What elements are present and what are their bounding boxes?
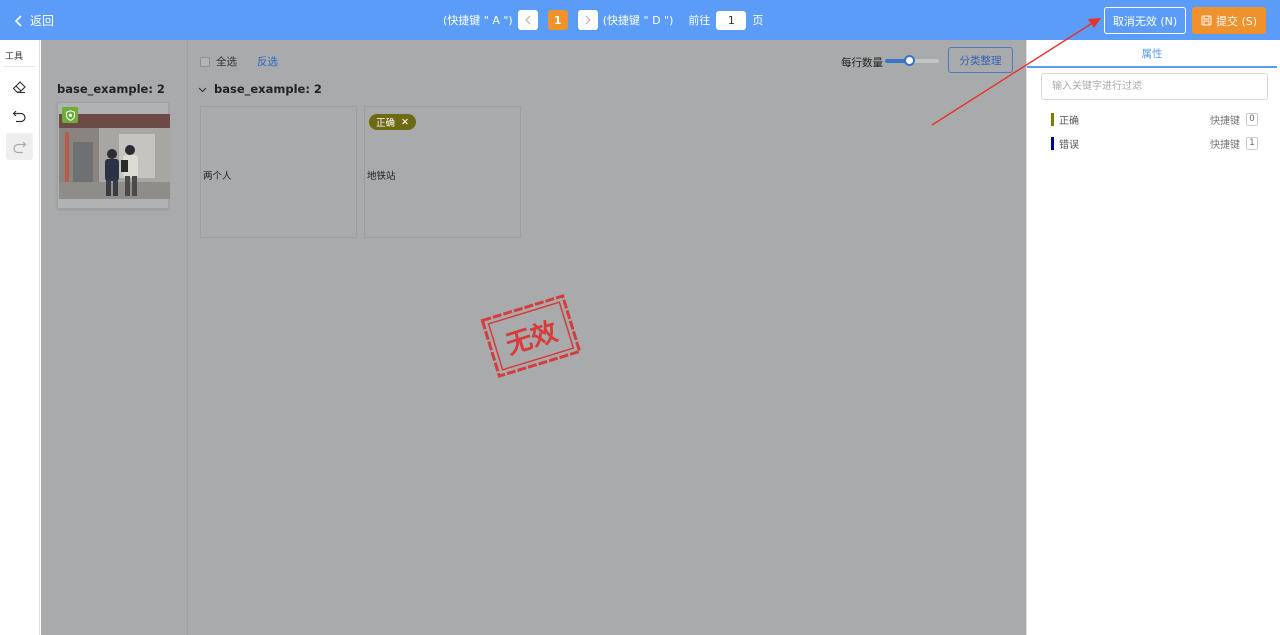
per-row-label: 每行数量	[841, 57, 883, 69]
thumb-group-title: base_example: 2	[57, 82, 165, 96]
shortcut-key: 1	[1246, 136, 1258, 150]
back-label: 返回	[30, 14, 55, 28]
workspace-overlay: base_example: 2 全选 反选 每行数量 分类整理 base_exa…	[41, 40, 1026, 635]
shield-icon	[65, 109, 75, 121]
next-shortcut-hint: (快捷键 " D ")	[602, 14, 674, 27]
color-swatch	[1051, 112, 1054, 126]
attribute-panel: 属性 输入关键字进行过滤 正确 快捷键 0 错误 快捷键 1	[1026, 40, 1280, 635]
redo-icon	[13, 141, 27, 154]
attribute-item[interactable]: 错误 快捷键 1	[1051, 136, 1258, 151]
selection-bar: 全选 反选	[200, 54, 278, 69]
slider-handle[interactable]	[904, 55, 916, 66]
tag-label: 正确	[376, 118, 396, 129]
tag-chip: 正确 ✕	[369, 114, 416, 130]
chevron-down-icon[interactable]	[198, 85, 207, 94]
subway-photo	[59, 114, 170, 199]
chevron-right-icon	[585, 15, 591, 25]
prev-shortcut-hint: (快捷键 " A ")	[443, 14, 513, 27]
pagination: (快捷键 " A ") 1 (快捷键 " D ") 前往 1 页	[443, 10, 763, 30]
shortcut-label: 快捷键	[1210, 139, 1240, 151]
current-page[interactable]: 1	[547, 10, 568, 30]
undo-icon	[12, 110, 26, 123]
select-all-checkbox[interactable]	[200, 56, 210, 67]
tab-attributes[interactable]: 属性	[1027, 40, 1277, 68]
divider	[4, 66, 35, 67]
close-icon[interactable]: ✕	[401, 117, 409, 128]
shortcut-label: 快捷键	[1210, 115, 1240, 127]
chevron-left-icon	[14, 14, 22, 27]
thumbnail-column: base_example: 2	[41, 40, 188, 635]
goto-label: 前往	[688, 14, 711, 27]
redo-tool[interactable]	[6, 133, 33, 160]
sort-categories-button[interactable]: 分类整理	[948, 47, 1013, 73]
top-header: 返回 (快捷键 " A ") 1 (快捷键 " D ") 前往 1 页 取消无效…	[0, 0, 1280, 40]
filter-input[interactable]: 输入关键字进行过滤	[1041, 73, 1268, 100]
attribute-item[interactable]: 正确 快捷键 0	[1051, 112, 1258, 127]
color-swatch	[1051, 136, 1054, 150]
submit-button[interactable]: 提交 (S)	[1192, 7, 1266, 34]
invert-selection-link[interactable]: 反选	[257, 54, 278, 69]
image-thumbnail[interactable]	[57, 102, 170, 209]
shortcut-key: 0	[1246, 112, 1258, 126]
category-card[interactable]: 两个人	[200, 106, 357, 238]
chevron-left-icon	[524, 15, 531, 25]
eraser-icon	[12, 81, 26, 94]
attribute-name: 错误	[1059, 139, 1079, 151]
attribute-name: 正确	[1059, 115, 1079, 127]
valid-badge	[62, 107, 78, 123]
eraser-tool[interactable]	[6, 74, 33, 101]
card-label: 两个人	[203, 171, 232, 182]
save-icon	[1201, 15, 1212, 26]
prev-page-button[interactable]	[517, 10, 538, 30]
tools-title: 工具	[5, 52, 24, 62]
next-page-button[interactable]	[577, 10, 598, 30]
invalid-stamp: 无效	[480, 294, 582, 378]
undo-tool[interactable]	[6, 102, 33, 129]
goto-page-input[interactable]: 1	[716, 10, 747, 30]
group-title: base_example: 2	[214, 82, 322, 96]
submit-label: 提交 (S)	[1215, 14, 1258, 28]
back-button[interactable]: 返回	[14, 12, 54, 29]
per-row-slider[interactable]	[885, 55, 939, 66]
select-all-label[interactable]: 全选	[216, 54, 237, 69]
page-unit-label: 页	[752, 14, 764, 27]
card-label: 地铁站	[367, 171, 396, 182]
tool-sidebar: 工具	[0, 40, 40, 635]
category-card[interactable]: 正确 ✕ 地铁站	[364, 106, 521, 238]
cancel-invalid-button[interactable]: 取消无效 (N)	[1104, 7, 1186, 34]
